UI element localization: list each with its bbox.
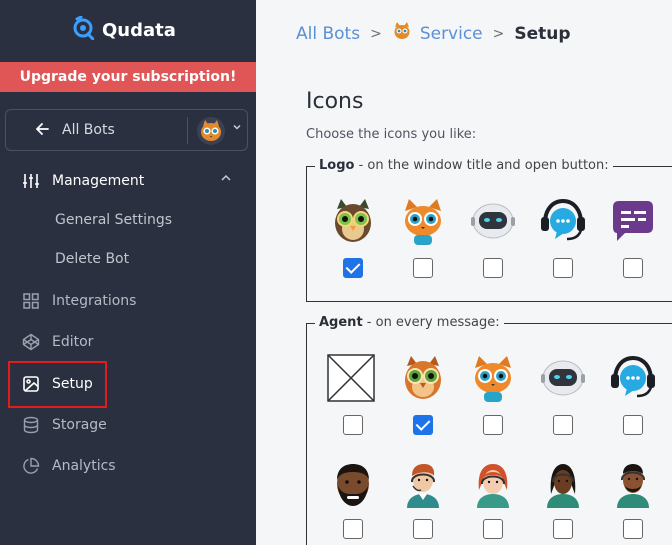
breadcrumb-current: Setup <box>514 23 571 44</box>
nav-editor-label: Editor <box>52 334 94 350</box>
agent-legend: Agent - on every message: <box>315 315 504 330</box>
breadcrumb-separator: > <box>492 25 505 42</box>
agent-checkbox[interactable] <box>343 519 363 539</box>
bot-avatar-icon[interactable] <box>196 116 226 150</box>
breadcrumb-separator: > <box>370 25 382 42</box>
agent-checkbox[interactable] <box>623 519 643 539</box>
all-bots-link[interactable]: All Bots <box>62 122 115 138</box>
codepen-icon <box>22 333 40 351</box>
sliders-icon <box>22 172 40 190</box>
agent-checkbox[interactable] <box>413 415 433 435</box>
database-icon <box>22 416 40 434</box>
logo-checkbox[interactable] <box>413 258 433 278</box>
grid-icon <box>22 292 40 310</box>
agent-checkbox[interactable] <box>483 415 503 435</box>
logo-checkbox[interactable] <box>343 258 363 278</box>
woman-redhead-headset-avatar-icon[interactable] <box>469 460 517 509</box>
robot-head-icon[interactable] <box>469 197 517 245</box>
man-headset-avatar-icon[interactable] <box>399 460 447 509</box>
upgrade-banner[interactable]: Upgrade your subscription! <box>0 62 256 92</box>
nav-storage-label: Storage <box>52 417 107 433</box>
owl-green-icon[interactable] <box>329 197 377 245</box>
nav-integrations-label: Integrations <box>52 293 137 309</box>
agent-checkbox[interactable] <box>413 519 433 539</box>
owl-orange-icon[interactable] <box>399 354 447 402</box>
brand-name: Qudata <box>102 19 176 41</box>
agent-checkbox[interactable] <box>553 415 573 435</box>
qudata-logo-icon <box>72 15 95 44</box>
man-dark-headset-avatar-icon[interactable] <box>609 460 657 509</box>
woman-dark-headset-avatar-icon[interactable] <box>539 460 587 509</box>
breadcrumb-bot-label: Service <box>419 23 483 44</box>
no-image-icon[interactable] <box>327 354 375 402</box>
icons-section-title: Icons <box>306 89 364 114</box>
nav-storage[interactable]: Storage <box>22 416 107 434</box>
chevron-down-icon[interactable] <box>232 122 242 135</box>
divider <box>187 117 188 144</box>
breadcrumb: All Bots > Service > Setup <box>296 21 571 46</box>
breadcrumb-all-bots[interactable]: All Bots <box>296 24 360 44</box>
nav-editor[interactable]: Editor <box>22 333 93 351</box>
headset-chat-icon[interactable] <box>609 354 657 402</box>
nav-management-label: Management <box>52 173 145 189</box>
nav-integrations[interactable]: Integrations <box>22 292 136 310</box>
cat-bot-icon <box>392 21 412 46</box>
setup-highlight <box>8 361 107 408</box>
icons-section-description: Choose the icons you like: <box>306 127 477 142</box>
bot-selector[interactable]: All Bots <box>5 109 248 151</box>
agent-checkbox[interactable] <box>343 415 363 435</box>
chevron-up-icon[interactable] <box>220 172 232 187</box>
logo-checkbox[interactable] <box>483 258 503 278</box>
purple-chat-bubble-icon[interactable] <box>609 197 657 245</box>
man-beard-avatar-icon[interactable] <box>329 460 377 508</box>
pie-chart-icon <box>22 457 40 475</box>
agent-checkbox[interactable] <box>553 519 573 539</box>
robot-head-icon[interactable] <box>539 354 587 402</box>
headset-chat-icon[interactable] <box>539 197 587 245</box>
arrow-left-icon[interactable] <box>34 121 50 141</box>
sidebar: Qudata Upgrade your subscription! All Bo… <box>0 0 256 545</box>
agent-icons-group: Agent - on every message: <box>306 315 672 545</box>
nav-analytics[interactable]: Analytics <box>22 457 116 475</box>
logo-checkbox[interactable] <box>553 258 573 278</box>
agent-checkbox[interactable] <box>483 519 503 539</box>
nav-delete-bot[interactable]: Delete Bot <box>55 251 129 267</box>
breadcrumb-bot[interactable]: Service <box>392 21 483 46</box>
logo-checkbox[interactable] <box>623 258 643 278</box>
brand[interactable]: Qudata <box>72 15 176 44</box>
logo-icons-group: Logo - on the window title and open butt… <box>306 158 672 302</box>
cat-orange-icon[interactable] <box>469 354 517 402</box>
nav-analytics-label: Analytics <box>52 458 116 474</box>
nav-management[interactable]: Management <box>22 172 144 190</box>
cat-orange-icon[interactable] <box>399 197 447 245</box>
agent-checkbox[interactable] <box>623 415 643 435</box>
logo-legend: Logo - on the window title and open butt… <box>315 158 613 173</box>
nav-general-settings[interactable]: General Settings <box>55 212 172 228</box>
